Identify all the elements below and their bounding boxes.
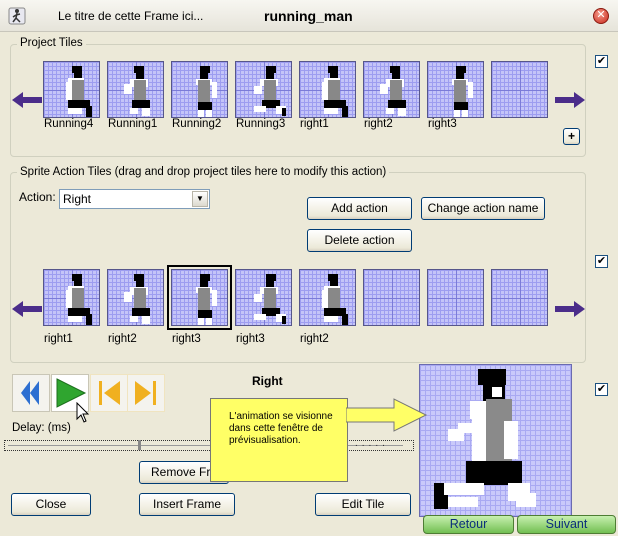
project-tile[interactable] — [427, 61, 484, 118]
action-tile-label: right1 — [44, 333, 73, 345]
sprite-action-checkbox[interactable]: ✔ — [595, 255, 608, 268]
project-tile-label: right3 — [428, 118, 457, 130]
delete-action-button[interactable]: Delete action — [307, 229, 412, 252]
project-tiles-title: Project Tiles — [17, 37, 86, 49]
close-window-button[interactable]: ✕ — [593, 8, 609, 24]
running-man-sprite — [322, 274, 348, 325]
running-man-preview-sprite — [434, 369, 536, 509]
project-tiles-checkbox[interactable]: ✔ — [595, 55, 608, 68]
action-tile[interactable] — [427, 269, 484, 326]
action-tile[interactable] — [235, 269, 292, 326]
insert-frame-button[interactable]: Insert Frame — [139, 493, 235, 516]
action-tile[interactable] — [107, 269, 164, 326]
running-man-sprite — [196, 274, 217, 325]
project-tile[interactable] — [491, 61, 548, 118]
project-tile-label: Running2 — [172, 118, 222, 130]
project-tile-label: Running1 — [108, 118, 158, 130]
running-man-sprite — [322, 66, 348, 117]
action-tile[interactable] — [491, 269, 548, 326]
project-tile[interactable] — [43, 61, 100, 118]
mouse-cursor-icon — [76, 402, 90, 423]
first-frame-button[interactable] — [90, 374, 128, 412]
preview-window — [419, 364, 572, 517]
edit-tile-button[interactable]: Edit Tile — [315, 493, 411, 516]
chevron-down-icon[interactable]: ▼ — [192, 191, 208, 207]
action-tile[interactable] — [167, 265, 232, 330]
action-scroll-right-arrow-icon[interactable] — [555, 300, 585, 318]
action-tile[interactable] — [43, 269, 100, 326]
close-button[interactable]: Close — [11, 493, 91, 516]
action-tile[interactable] — [363, 269, 420, 326]
title-bar: Le titre de cette Frame ici... running_m… — [0, 0, 618, 32]
step-back-icon — [99, 381, 120, 405]
window-title: running_man — [264, 8, 353, 24]
rewind-button[interactable] — [12, 374, 50, 412]
project-tile[interactable] — [363, 61, 420, 118]
project-tile-label: right2 — [364, 118, 393, 130]
window-subtitle: Le titre de cette Frame ici... — [58, 9, 204, 23]
running-man-sprite — [196, 66, 217, 117]
current-action-name: Right — [252, 374, 283, 388]
running-man-sprite — [254, 66, 286, 116]
action-tile-label: right3 — [236, 333, 265, 345]
project-tile[interactable] — [235, 61, 292, 118]
project-tile[interactable] — [299, 61, 356, 118]
action-select-value: Right — [63, 192, 92, 206]
back-button[interactable]: Retour — [423, 515, 514, 534]
running-man-sprite — [254, 274, 286, 324]
action-select[interactable]: Right ▼ — [59, 189, 210, 209]
scroll-right-arrow-icon[interactable] — [555, 91, 585, 109]
project-tile-label: Running4 — [44, 118, 94, 130]
preview-checkbox[interactable]: ✔ — [595, 383, 608, 396]
scroll-left-arrow-icon[interactable] — [12, 91, 42, 109]
callout-arrow-icon — [346, 398, 428, 432]
action-label: Action: — [19, 190, 56, 204]
project-tile-label: right1 — [300, 118, 329, 130]
step-forward-icon — [135, 381, 156, 405]
sprite-action-title: Sprite Action Tiles (drag and drop proje… — [17, 166, 390, 178]
running-man-sprite — [124, 66, 150, 116]
callout-text: L'animation se visionne dans cette fenêt… — [229, 411, 333, 446]
add-tile-button[interactable]: + — [563, 128, 580, 145]
last-frame-button[interactable] — [127, 374, 165, 412]
project-tile-label: Running3 — [236, 118, 286, 130]
app-icon — [8, 7, 26, 25]
action-tile-label: right3 — [172, 333, 201, 345]
add-action-button[interactable]: Add action — [307, 197, 412, 220]
delay-label: Delay: (ms) — [12, 422, 71, 434]
slider-ticks: ..... — [355, 438, 389, 449]
project-tile[interactable] — [171, 61, 228, 118]
rewind-icon — [21, 381, 39, 405]
running-man-sprite — [124, 274, 150, 324]
action-tile-label: right2 — [300, 333, 329, 345]
running-man-sprite — [66, 66, 92, 117]
delay-slider-thumb[interactable] — [138, 440, 141, 450]
running-man-sprite — [452, 66, 473, 117]
action-tile[interactable] — [299, 269, 356, 326]
action-scroll-left-arrow-icon[interactable] — [12, 300, 42, 318]
running-man-sprite — [66, 274, 92, 325]
preview-callout: L'animation se visionne dans cette fenêt… — [210, 398, 348, 482]
action-tile-label: right2 — [108, 333, 137, 345]
change-action-name-button[interactable]: Change action name — [421, 197, 545, 220]
project-tile[interactable] — [107, 61, 164, 118]
next-button[interactable]: Suivant — [517, 515, 616, 534]
running-man-sprite — [380, 66, 406, 116]
